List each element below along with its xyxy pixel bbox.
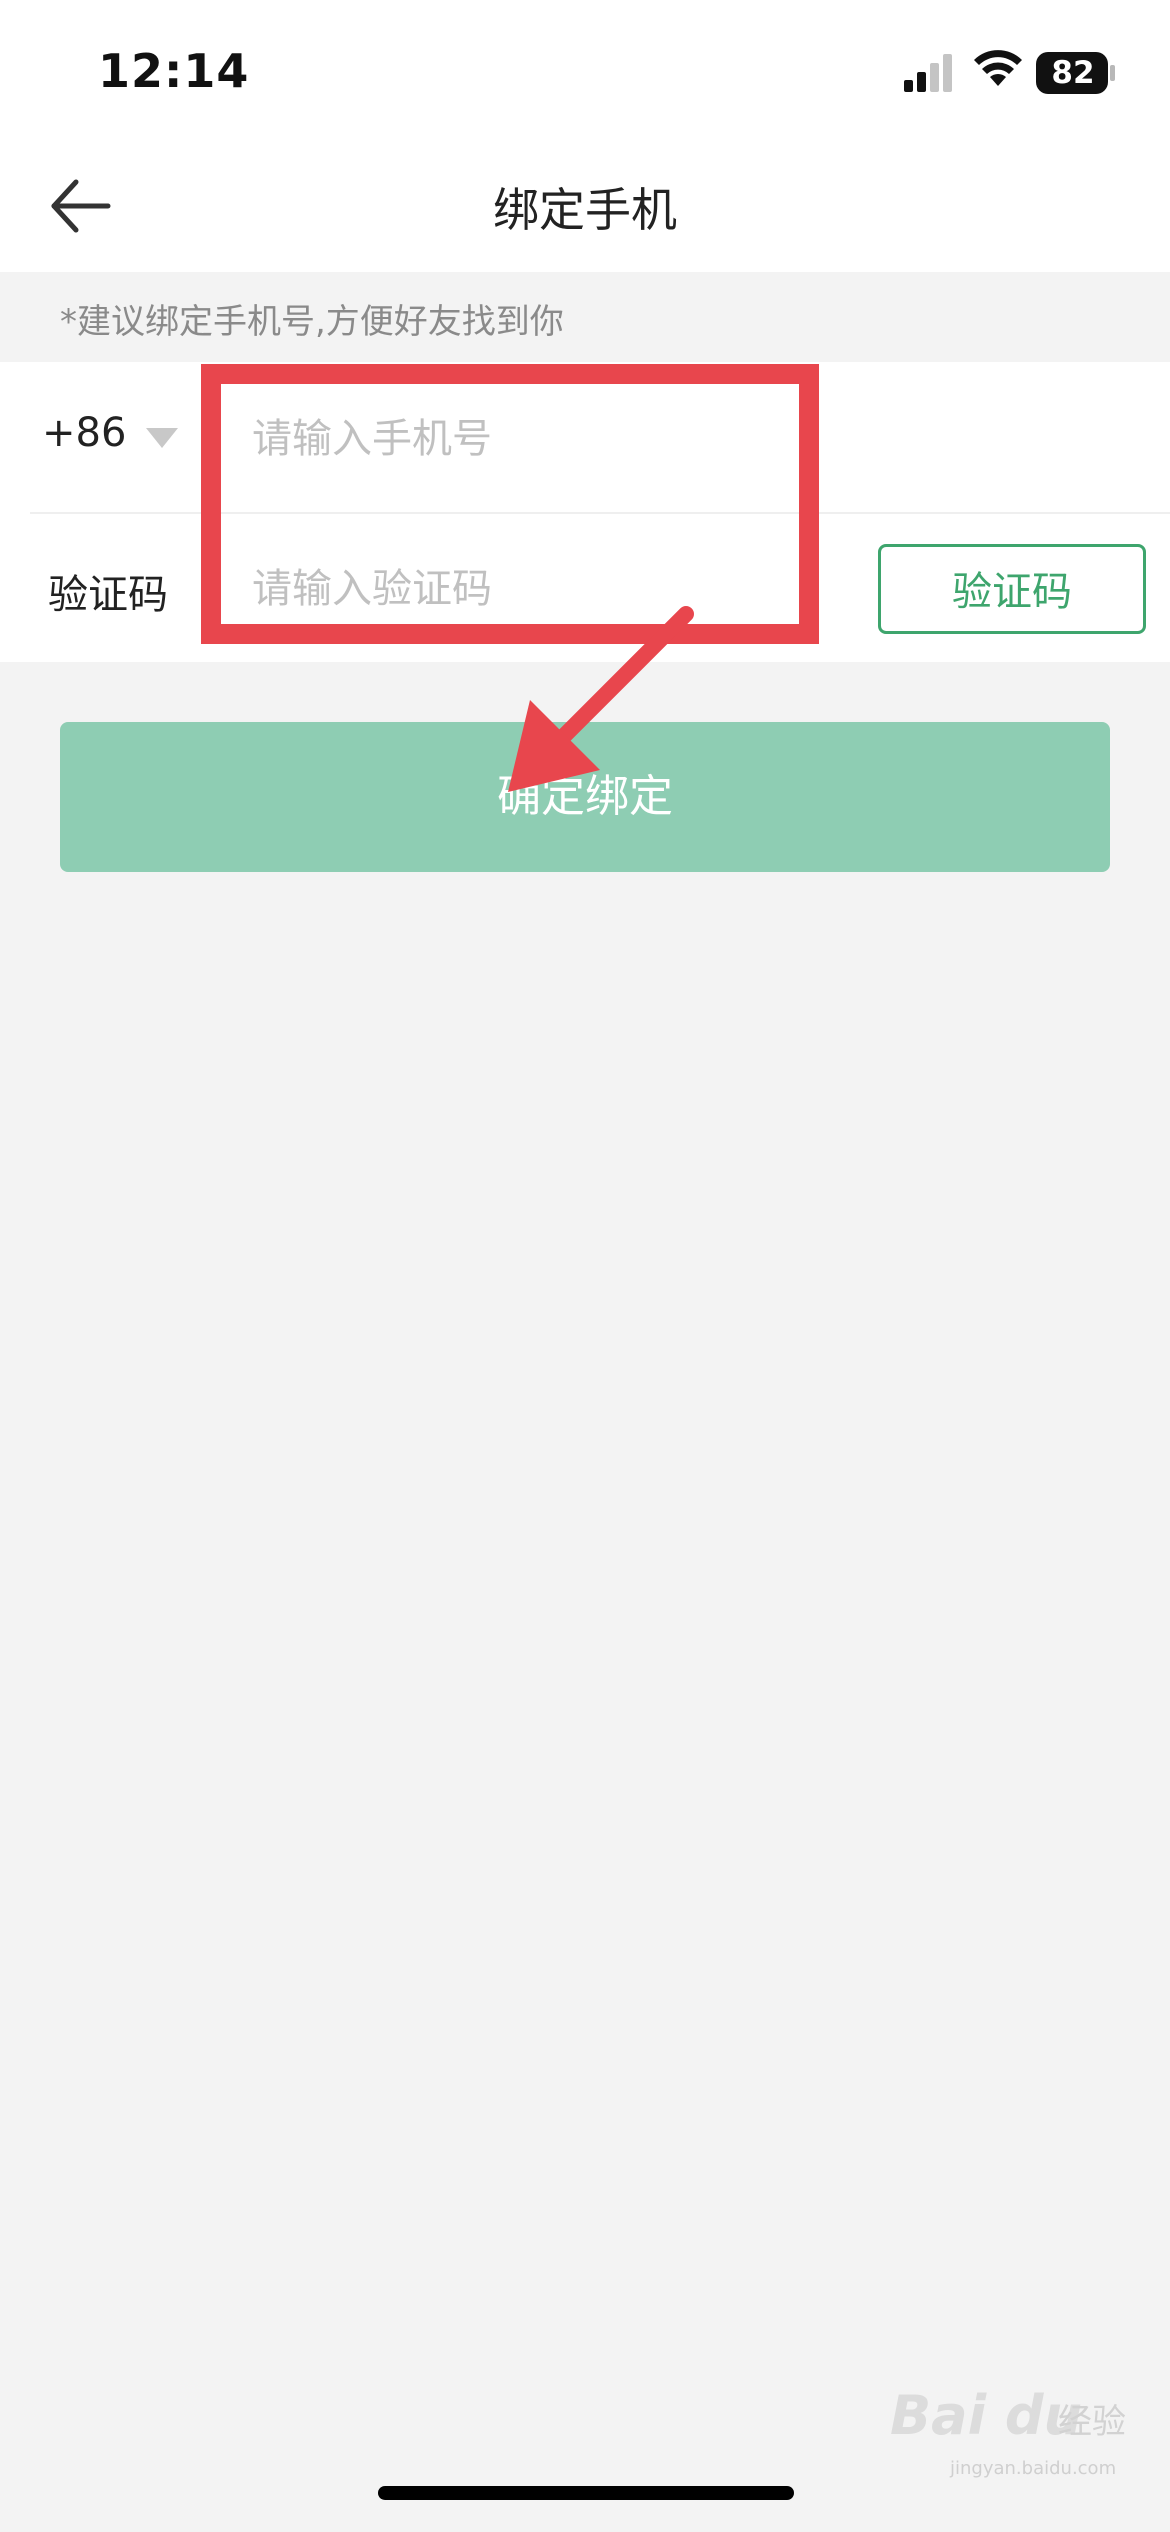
country-code-selector[interactable]: +86 xyxy=(42,410,126,456)
nav-bar: 绑定手机 xyxy=(0,140,1170,272)
bind-phone-form: +86 验证码 验证码 xyxy=(0,362,1170,662)
screen: 12:14 82 绑定手机 *建议绑定手机号,方便好友找到你 +86 请输入手机… xyxy=(0,0,1170,2532)
status-time: 12:14 xyxy=(98,44,250,98)
baidu-jingyan-watermark: Bai du 经验 jingyan.baidu.com xyxy=(890,2384,1140,2484)
watermark-domain: jingyan.baidu.com xyxy=(950,2458,1117,2479)
get-code-button[interactable]: 验证码 xyxy=(878,544,1146,634)
status-bar: 12:14 82 xyxy=(0,0,1170,140)
hint-text: *建议绑定手机号,方便好友找到你 xyxy=(60,302,564,342)
code-label: 验证码 xyxy=(48,572,168,618)
code-row: 验证码 验证码 xyxy=(0,514,1170,662)
watermark-text: 经验 xyxy=(1058,2402,1126,2442)
code-input[interactable] xyxy=(250,548,774,630)
hint-banner: *建议绑定手机号,方便好友找到你 xyxy=(0,272,1170,362)
home-indicator[interactable] xyxy=(378,2486,794,2500)
confirm-bind-button[interactable]: 确定绑定 xyxy=(60,722,1110,872)
phone-input[interactable] xyxy=(250,398,774,480)
page-title: 绑定手机 xyxy=(493,183,677,237)
watermark-logo: Bai du xyxy=(890,2384,1083,2447)
phone-row: +86 xyxy=(0,362,1170,512)
signal-icon xyxy=(904,54,952,92)
chevron-down-icon[interactable] xyxy=(146,428,178,448)
wifi-icon xyxy=(974,50,1022,86)
battery-level: 82 xyxy=(1051,55,1095,91)
